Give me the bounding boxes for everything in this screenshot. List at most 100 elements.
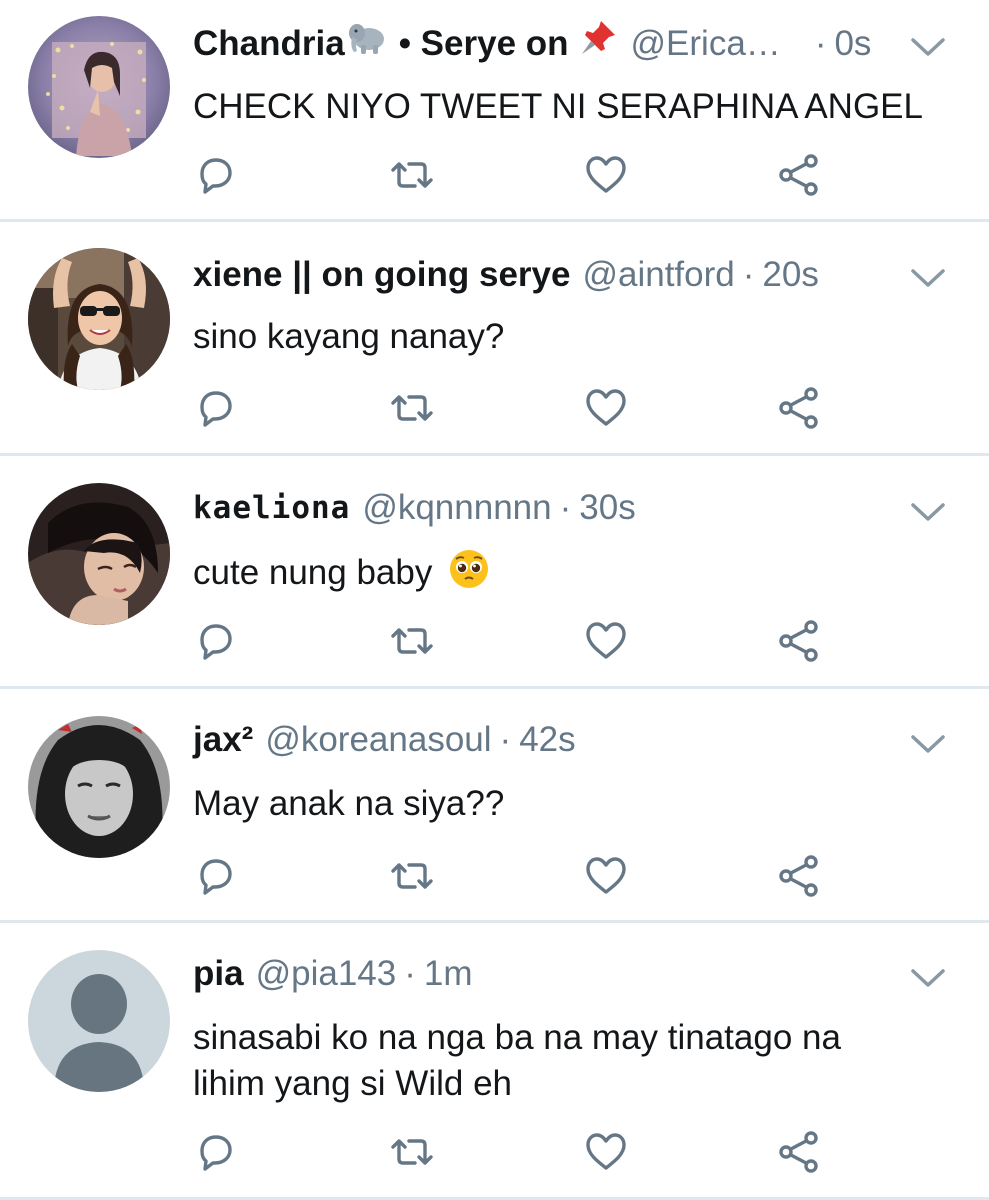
timestamp[interactable]: 30s: [579, 483, 635, 533]
default-avatar-icon: [28, 950, 170, 1092]
display-name[interactable]: pia: [193, 949, 244, 999]
like-button[interactable]: [583, 385, 629, 431]
tweet-text: CHECK NIYO TWEET NI SERAPHINA ANGEL: [193, 87, 923, 126]
tweet-text: cute nung baby: [193, 553, 433, 592]
tweet-text: May anak na siya??: [193, 784, 505, 823]
heart-icon: [586, 156, 626, 193]
tweet-header: pia @pia143 · 1m: [193, 949, 959, 999]
retweet-button[interactable]: [389, 385, 435, 431]
separator-dot: ·: [814, 24, 827, 63]
like-button[interactable]: [583, 1129, 629, 1175]
share-button[interactable]: [777, 385, 823, 431]
separator-dot: ·: [404, 954, 416, 993]
retweet-button[interactable]: [389, 152, 435, 198]
heart-icon: [586, 857, 626, 894]
display-name[interactable]: jax²: [193, 715, 253, 765]
tweet-actions: [193, 1129, 833, 1179]
tweet-actions: [193, 152, 833, 202]
tweet-actions: [193, 853, 833, 903]
tweet-text: sinasabi ko na nga ba na may tinatago na…: [193, 1018, 841, 1103]
retweet-icon: [391, 395, 433, 421]
display-name[interactable]: xiene || on going serye: [193, 250, 570, 300]
tweet-item[interactable]: xiene || on going serye @aintford · 20s …: [0, 222, 989, 456]
reply-button[interactable]: [193, 853, 239, 899]
heart-icon: [586, 622, 626, 659]
chevron-down-icon[interactable]: [907, 963, 949, 993]
pushpin-emoji: [579, 17, 619, 71]
reply-icon: [200, 1135, 232, 1171]
tweet-item[interactable]: Chandria • Serye on @Erica… · 0s CHECK N…: [0, 0, 989, 222]
reply-button[interactable]: [193, 618, 239, 664]
share-icon: [779, 154, 818, 196]
tweet-text: sino kayang nanay?: [193, 317, 505, 356]
pleading-face-emoji: [448, 548, 490, 602]
share-button[interactable]: [777, 1129, 823, 1175]
reply-button[interactable]: [193, 152, 239, 198]
chevron-down-icon[interactable]: [907, 729, 949, 759]
share-icon: [779, 387, 818, 429]
retweet-icon: [391, 1139, 433, 1165]
tweet-text-wrap: cute nung baby: [193, 548, 949, 602]
retweet-icon: [391, 863, 433, 889]
timestamp[interactable]: 0s: [834, 19, 871, 69]
share-button[interactable]: [777, 853, 823, 899]
timestamp[interactable]: 1m: [424, 949, 473, 999]
user-handle[interactable]: @aintford: [582, 250, 734, 300]
tweet-header: kaeliona @kqnnnnnn · 30s: [193, 483, 959, 533]
separator-dot: ·: [742, 255, 755, 294]
share-button[interactable]: [777, 618, 823, 664]
avatar[interactable]: [28, 950, 170, 1092]
chevron-down-icon[interactable]: [907, 497, 949, 527]
heart-icon: [586, 1133, 626, 1170]
user-handle[interactable]: @Erica…: [631, 19, 781, 69]
reply-icon: [200, 624, 232, 660]
share-icon: [779, 855, 818, 897]
avatar-image: [28, 483, 170, 625]
tweet-header: jax² @koreanasoul · 42s: [193, 715, 959, 765]
tweet-header: xiene || on going serye @aintford · 20s: [193, 250, 959, 300]
avatar-image: [28, 248, 170, 390]
separator-dot: ·: [559, 488, 572, 527]
like-button[interactable]: [583, 853, 629, 899]
tweet-header: Chandria • Serye on @Erica… · 0s: [193, 19, 959, 69]
reply-icon: [200, 859, 232, 895]
avatar-image: [28, 716, 170, 858]
user-handle[interactable]: @kqnnnnnn: [362, 483, 551, 533]
like-button[interactable]: [583, 618, 629, 664]
tweet-item[interactable]: kaeliona @kqnnnnnn · 30s cute nung baby: [0, 456, 989, 689]
timestamp[interactable]: 42s: [519, 715, 575, 765]
reply-icon: [200, 391, 232, 427]
retweet-icon: [391, 162, 433, 188]
avatar[interactable]: [28, 716, 170, 858]
tweet-item[interactable]: jax² @koreanasoul · 42s May anak na siya…: [0, 689, 989, 923]
display-name-suffix[interactable]: • Serye on: [399, 19, 569, 69]
chevron-down-icon[interactable]: [907, 263, 949, 293]
heart-icon: [586, 389, 626, 426]
elephant-emoji: [347, 17, 387, 71]
like-button[interactable]: [583, 152, 629, 198]
avatar[interactable]: [28, 248, 170, 390]
user-handle[interactable]: @koreanasoul: [265, 715, 491, 765]
display-name[interactable]: kaeliona: [193, 483, 350, 533]
avatar-image: [28, 16, 170, 158]
tweet-feed: Chandria • Serye on @Erica… · 0s CHECK N…: [0, 0, 989, 1200]
reply-button[interactable]: [193, 385, 239, 431]
display-name[interactable]: Chandria: [193, 19, 345, 69]
retweet-button[interactable]: [389, 618, 435, 664]
retweet-icon: [391, 628, 433, 654]
retweet-button[interactable]: [389, 1129, 435, 1175]
avatar[interactable]: [28, 16, 170, 158]
user-handle[interactable]: @pia143: [256, 949, 397, 999]
retweet-button[interactable]: [389, 853, 435, 899]
separator-dot: ·: [499, 720, 512, 759]
share-button[interactable]: [777, 152, 823, 198]
tweet-actions: [193, 618, 833, 668]
chevron-down-icon[interactable]: [907, 32, 949, 62]
share-icon: [779, 1131, 818, 1173]
timestamp[interactable]: 20s: [762, 250, 818, 300]
avatar[interactable]: [28, 483, 170, 625]
share-icon: [779, 620, 818, 662]
reply-button[interactable]: [193, 1129, 239, 1175]
tweet-item[interactable]: pia @pia143 · 1m sinasabi ko na nga ba n…: [0, 923, 989, 1200]
reply-icon: [200, 158, 232, 194]
